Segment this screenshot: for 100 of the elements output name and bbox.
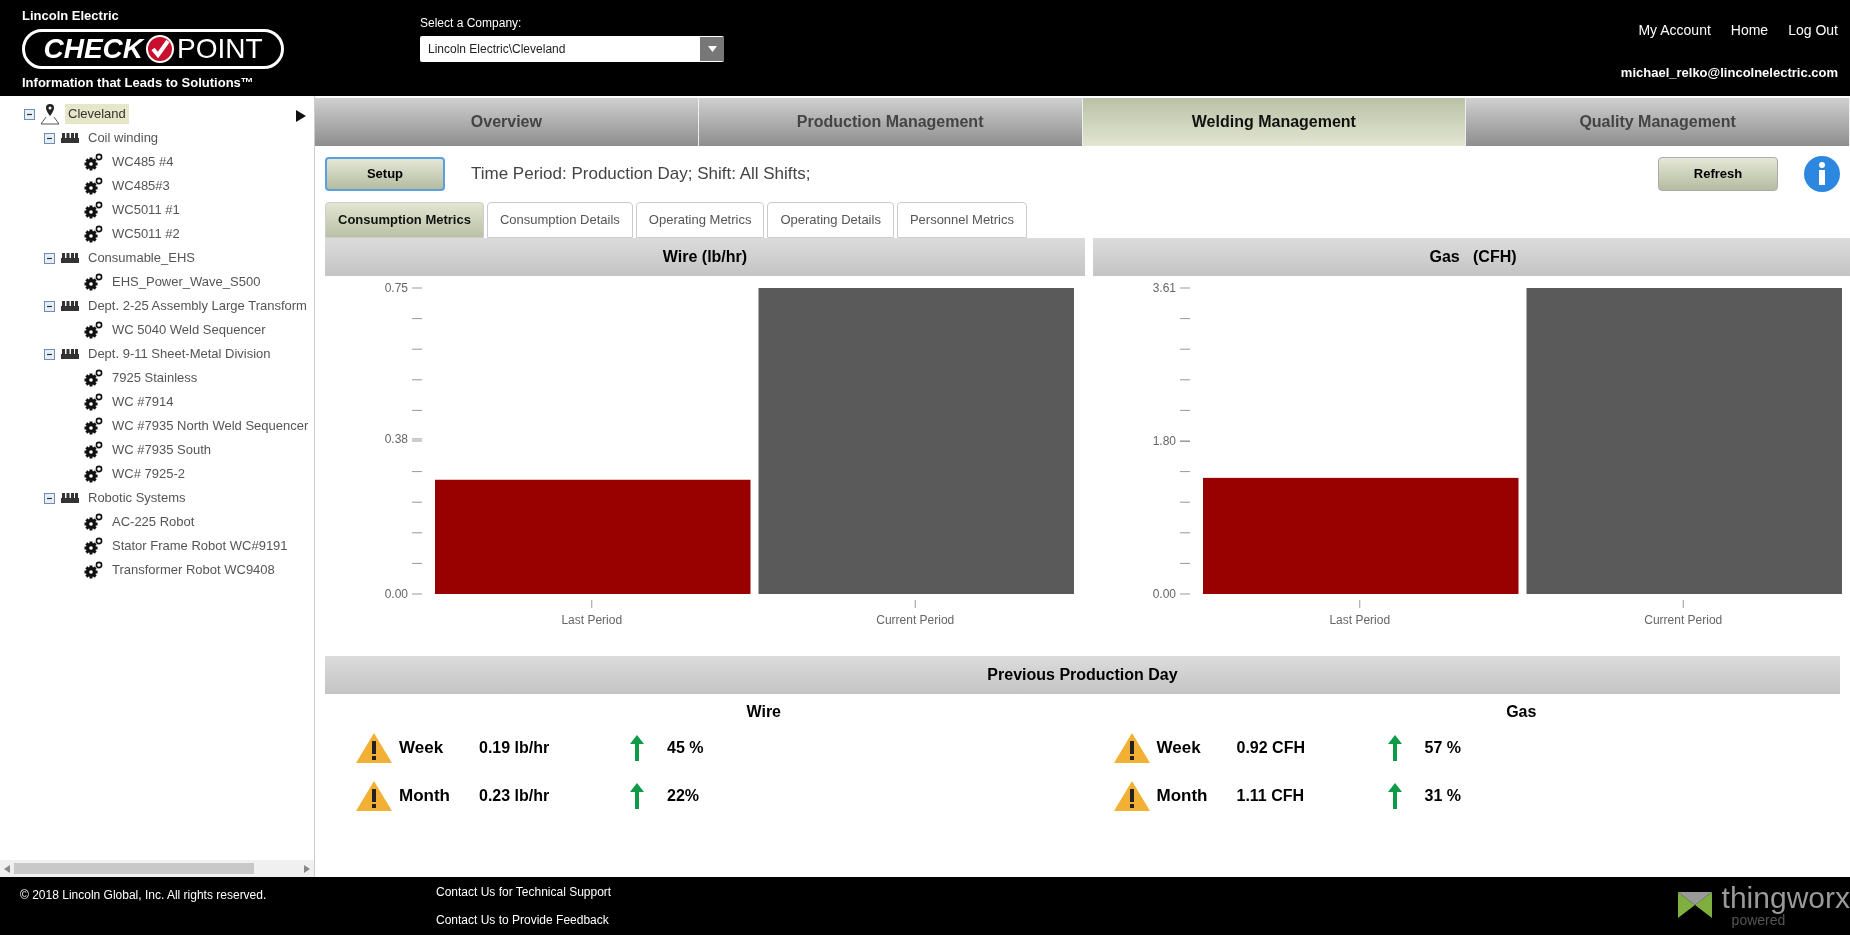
tree-item[interactable]: Dept. 9-11 Sheet-Metal Division — [85, 344, 274, 364]
tree-item[interactable]: Robotic Systems — [85, 488, 189, 508]
gears-icon — [84, 225, 104, 243]
x-tick: Last Period — [1329, 599, 1391, 627]
gears-icon — [84, 201, 104, 219]
location-pin-icon — [40, 103, 60, 125]
sub-tab[interactable]: Personnel Metrics — [896, 202, 1027, 238]
horizontal-scrollbar[interactable] — [0, 860, 314, 877]
tree-item[interactable]: WC 5040 Weld Sequencer — [109, 320, 269, 340]
company-dropdown[interactable]: Lincoln Electric\Cleveland — [420, 36, 724, 62]
main-tab[interactable]: Production Management — [698, 98, 1083, 146]
gears-icon — [84, 465, 104, 483]
warning-icon — [1112, 779, 1151, 813]
refresh-button[interactable]: Refresh — [1658, 157, 1778, 191]
x-tick-label: Last Period — [561, 613, 623, 627]
header-link[interactable]: Home — [1730, 20, 1769, 41]
metric-value: 1.11 CFH — [1236, 786, 1306, 806]
tree-item[interactable]: WC5011 #2 — [109, 224, 183, 244]
collapse-icon[interactable] — [44, 132, 55, 144]
machines-icon — [60, 300, 80, 312]
tree-item[interactable]: WC485#3 — [109, 176, 173, 196]
tree-item[interactable]: 7925 Stainless — [109, 368, 201, 388]
gears-icon — [84, 441, 104, 459]
y-tick-label: 1.80 — [1152, 434, 1177, 449]
scroll-right-icon[interactable] — [304, 864, 310, 873]
gears-icon — [84, 273, 104, 291]
machines-icon — [60, 492, 80, 504]
sub-tab[interactable]: Consumption Metrics — [325, 202, 484, 238]
collapse-arrow-icon[interactable] — [296, 110, 306, 122]
footer-link[interactable]: Contact Us to Provide Feedback — [436, 911, 612, 929]
machines-icon — [60, 132, 80, 144]
tagline: Information that Leads to Solutions™ — [22, 73, 255, 92]
change-percent: 22% — [667, 786, 700, 806]
tree-item[interactable]: WC# 7925-2 — [109, 464, 188, 484]
caret-icon — [700, 37, 724, 61]
metric-value: 0.23 lb/hr — [479, 786, 551, 806]
collapse-icon[interactable] — [44, 492, 55, 504]
copyright: © 2018 Lincoln Global, Inc. All rights reserved. — [20, 887, 268, 904]
period-label: Month — [1156, 785, 1209, 808]
tree-item[interactable]: WC485 #4 — [109, 152, 177, 172]
tree-item[interactable]: WC #7935 South — [109, 440, 214, 460]
gears-icon — [84, 561, 104, 579]
chart-title: Gas (CFH) — [1093, 238, 1850, 276]
gears-icon — [84, 177, 104, 195]
tree-item[interactable]: Coil winding — [85, 128, 162, 148]
info-icon[interactable] — [1804, 156, 1840, 192]
change-percent: 57 % — [1424, 738, 1461, 758]
collapse-icon[interactable] — [44, 300, 55, 312]
tree-item[interactable]: WC5011 #1 — [109, 200, 183, 220]
tree-item[interactable]: Transformer Robot WC9408 — [109, 560, 278, 580]
metric-value: 0.19 lb/hr — [479, 738, 551, 758]
metric-value: 0.92 CFH — [1236, 738, 1306, 758]
main-tab[interactable]: Welding Management — [1082, 98, 1467, 146]
section-title: Previous Production Day — [325, 656, 1840, 694]
machines-icon — [60, 348, 80, 360]
period-label: Week — [399, 737, 445, 760]
collapse-icon[interactable] — [44, 348, 55, 360]
main-tab[interactable]: Quality Management — [1466, 98, 1850, 146]
sub-tab[interactable]: Consumption Details — [486, 202, 633, 238]
header-link[interactable]: My Account — [1638, 20, 1711, 41]
main-tab[interactable]: Overview — [315, 98, 699, 146]
y-tick: 0.00 — [1152, 587, 1191, 601]
logo-text: CHECK — [43, 34, 143, 63]
sub-tab[interactable]: Operating Metrics — [635, 202, 765, 238]
company-label: Select a Company: — [420, 15, 523, 32]
scroll-left-icon[interactable] — [4, 864, 10, 873]
machines-icon — [60, 252, 80, 264]
user-email: michael_relko@lincolnelectric.com — [1620, 64, 1838, 82]
y-tick: 3.61 — [1152, 281, 1191, 295]
logo[interactable]: CHECK POINT — [22, 28, 284, 69]
footer-link[interactable]: Contact Us for Technical Support — [436, 883, 612, 901]
change-percent: 45 % — [667, 738, 704, 758]
gears-icon — [84, 153, 104, 171]
chart-title: Wire (lb/hr) — [325, 238, 1085, 276]
setup-button[interactable]: Setup — [325, 157, 445, 191]
tree-item[interactable]: WC #7935 North Weld Sequencer — [109, 416, 312, 436]
collapse-icon[interactable] — [44, 252, 55, 264]
collapse-icon[interactable] — [24, 108, 35, 120]
header-link[interactable]: Log Out — [1788, 20, 1838, 41]
vendor-tagline: powered — [1731, 913, 1786, 927]
gears-icon — [84, 321, 104, 339]
tree-item[interactable]: EHS_Power_Wave_S500 — [109, 272, 264, 292]
tree-item[interactable]: Stator Frame Robot WC#9191 — [109, 536, 291, 556]
tree-item[interactable]: Consumable_EHS — [85, 248, 198, 268]
check-mark-icon — [145, 33, 175, 64]
y-tick-label: 0.38 — [384, 431, 409, 446]
sub-tab[interactable]: Operating Details — [767, 202, 894, 238]
tree-item[interactable]: AC-225 Robot — [109, 512, 198, 532]
change-percent: 31 % — [1424, 786, 1461, 806]
group-title: Wire — [746, 702, 781, 722]
tree-item[interactable]: WC #7914 — [109, 392, 177, 412]
y-tick-label: 3.61 — [1152, 281, 1177, 295]
tree-item[interactable]: Dept. 2-25 Assembly Large Transform — [85, 296, 310, 316]
x-tick-label: Current Period — [1644, 613, 1723, 627]
y-tick: 0.38 — [384, 431, 423, 446]
y-tick: 0.75 — [384, 281, 423, 295]
gears-icon — [84, 393, 104, 411]
tree-item[interactable]: Cleveland — [65, 104, 129, 124]
x-tick-label: Current Period — [876, 613, 955, 627]
y-tick: 1.80 — [1152, 434, 1191, 449]
